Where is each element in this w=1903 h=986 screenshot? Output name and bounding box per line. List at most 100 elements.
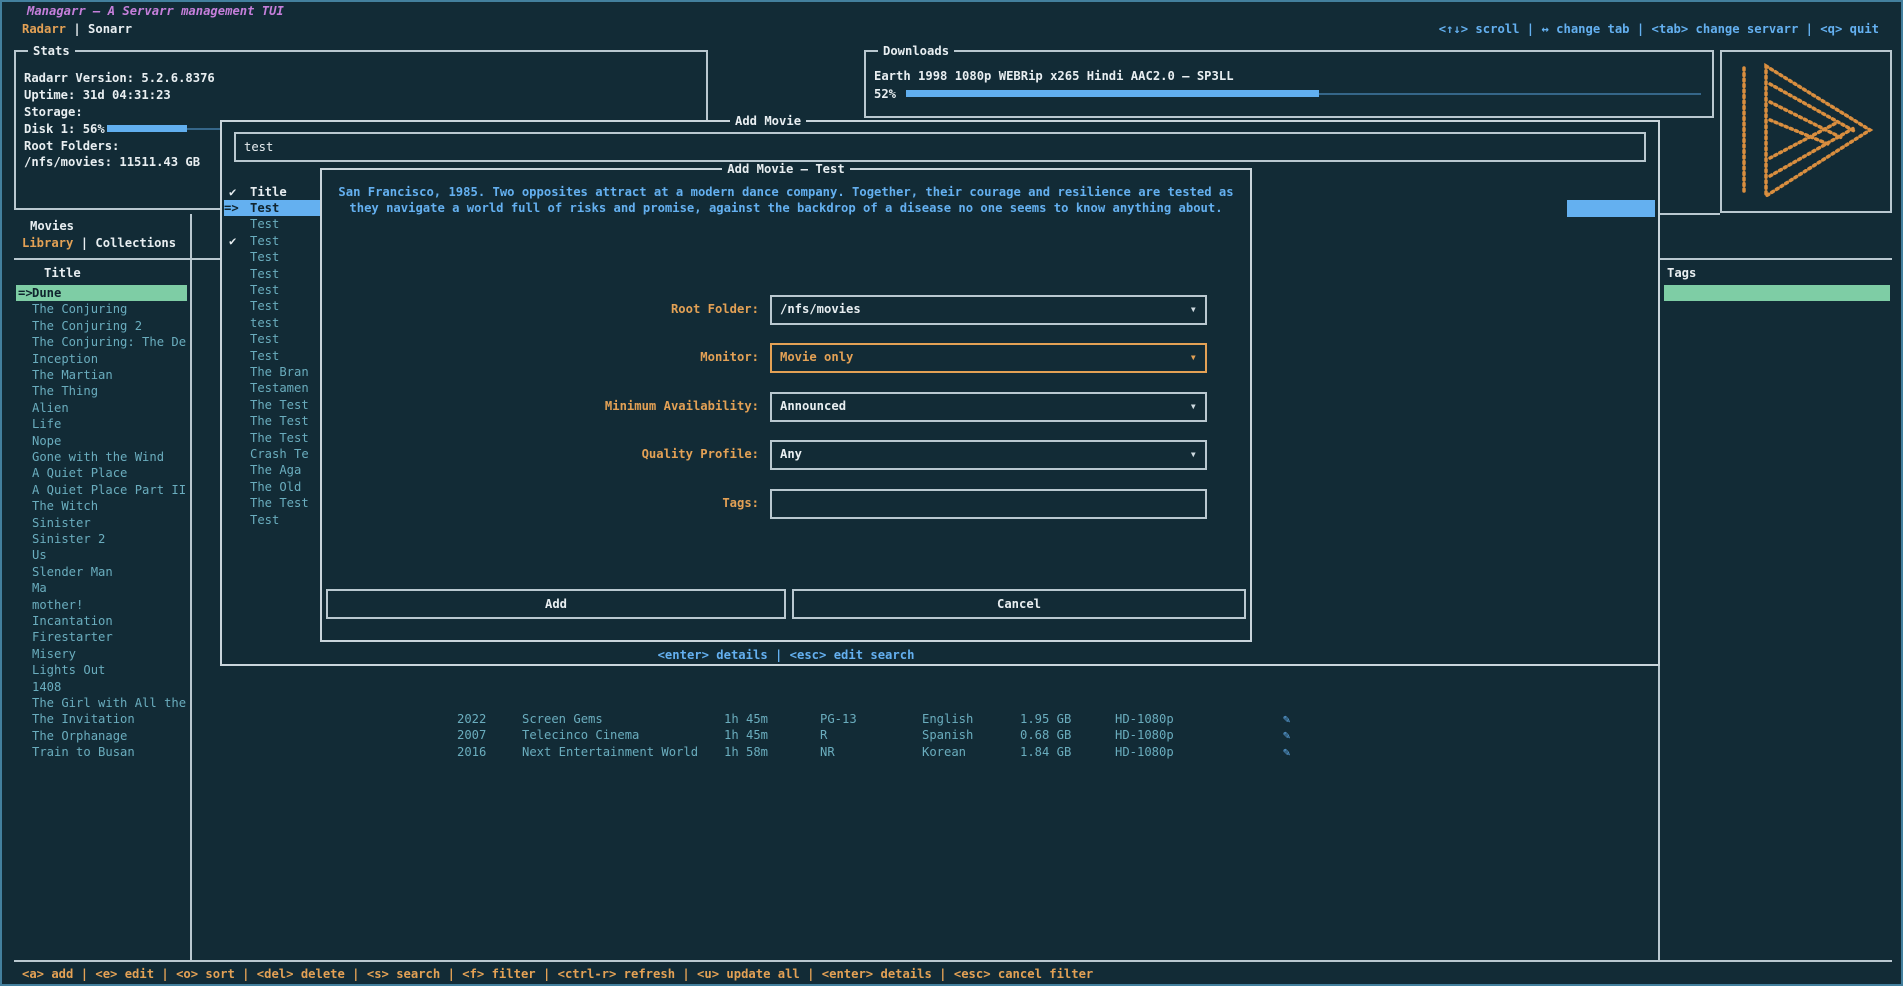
stats-rootfolder-value: /nfs/movies: 11511.43 GB xyxy=(24,154,200,170)
search-result-item[interactable]: Test xyxy=(224,282,320,298)
movie-title: 1408 xyxy=(32,679,61,695)
movie-list-item[interactable]: Firestarter xyxy=(16,629,187,645)
tab-radarr[interactable]: Radarr xyxy=(22,22,66,36)
movie-list-item[interactable]: Misery xyxy=(16,646,187,662)
minimum-availability-select[interactable]: Announced▾ xyxy=(770,392,1207,422)
search-result-item[interactable]: The Test xyxy=(224,397,320,413)
field-value: /nfs/movies xyxy=(780,301,861,317)
movie-list-item[interactable]: Sinister xyxy=(16,515,187,531)
movie-list-item[interactable]: Incantation xyxy=(16,613,187,629)
movie-title: The Conjuring: The De xyxy=(32,334,186,350)
result-title: Test xyxy=(250,512,279,528)
result-title: Test xyxy=(250,200,279,216)
movie-list-item[interactable]: Nope xyxy=(16,433,187,449)
movie-list-item[interactable]: Life xyxy=(16,416,187,432)
download-percent-label: 52% xyxy=(874,86,896,102)
cell-runtime: 1h 45m xyxy=(724,727,768,743)
movie-list-item[interactable]: The Conjuring: The De xyxy=(16,334,187,350)
search-result-item[interactable]: Test xyxy=(224,331,320,347)
movie-list-item[interactable]: Sinister 2 xyxy=(16,531,187,547)
tags-cell-selected-row xyxy=(1664,285,1890,301)
monitor-select[interactable]: Movie only▾ xyxy=(770,343,1207,373)
movie-title: The Conjuring 2 xyxy=(32,318,142,334)
movies-section-title: Movies xyxy=(30,218,74,234)
table-row[interactable]: 2016Next Entertainment World1h 58mNRKore… xyxy=(2,744,1903,760)
search-result-item[interactable]: Test xyxy=(224,512,320,528)
search-result-item[interactable]: The Old xyxy=(224,479,320,495)
search-result-item[interactable]: Test xyxy=(224,249,320,265)
tags-select[interactable] xyxy=(770,489,1207,519)
download-item-title: Earth 1998 1080p WEBRip x265 Hindi AAC2.… xyxy=(874,68,1234,84)
cell-rating: R xyxy=(820,727,827,743)
tab-sonarr[interactable]: Sonarr xyxy=(88,22,132,36)
quality-profile-select[interactable]: Any▾ xyxy=(770,440,1207,470)
movie-list-item[interactable]: Inception xyxy=(16,351,187,367)
movie-list-item[interactable]: Alien xyxy=(16,400,187,416)
search-result-item[interactable]: The Aga xyxy=(224,462,320,478)
tab-collections[interactable]: Collections xyxy=(95,236,176,250)
check-column-header: ✔ xyxy=(229,184,236,200)
search-result-item[interactable]: ✔Test xyxy=(224,233,320,249)
search-result-item[interactable]: Test xyxy=(224,216,320,232)
movie-title: Sinister xyxy=(32,515,91,531)
search-result-item[interactable]: Test xyxy=(224,298,320,314)
search-result-item[interactable]: Test xyxy=(224,266,320,282)
cancel-button[interactable]: Cancel xyxy=(792,589,1246,619)
movie-list-item[interactable]: The Conjuring xyxy=(16,301,187,317)
bottom-help-divider xyxy=(14,960,1892,962)
movie-title: Ma xyxy=(32,580,47,596)
root-folder-select[interactable]: /nfs/movies▾ xyxy=(770,295,1207,325)
search-result-item[interactable]: => Test xyxy=(224,200,320,216)
search-popup-help: <enter> details | <esc> edit search xyxy=(320,647,1252,663)
search-result-item[interactable]: Crash Te xyxy=(224,446,320,462)
result-title: Test xyxy=(250,216,279,232)
search-result-item[interactable]: Testamen xyxy=(224,380,320,396)
search-result-item[interactable]: The Test xyxy=(224,413,320,429)
movie-list-item[interactable]: The Girl with All the xyxy=(16,695,187,711)
movie-list-item[interactable]: The Witch xyxy=(16,498,187,514)
stats-uptime: Uptime: 31d 04:31:23 xyxy=(24,87,171,103)
search-result-item[interactable]: The Test xyxy=(224,495,320,511)
chevron-down-icon: ▾ xyxy=(1190,446,1197,462)
movie-list-item[interactable]: The Martian xyxy=(16,367,187,383)
form-row: Tags: xyxy=(322,489,1250,519)
tab-separator: | xyxy=(73,236,95,250)
search-result-item[interactable]: The Test xyxy=(224,430,320,446)
search-result-item[interactable]: test xyxy=(224,315,320,331)
add-button[interactable]: Add xyxy=(326,589,786,619)
movie-list-item[interactable]: Slender Man xyxy=(16,564,187,580)
chevron-down-icon: ▾ xyxy=(1190,398,1197,414)
search-results-list: =>TestTest✔TestTestTestTestTesttestTestT… xyxy=(224,200,320,532)
cell-year: 2016 xyxy=(457,744,486,760)
movie-list-item[interactable]: mother! xyxy=(16,597,187,613)
movie-list-item[interactable]: Gone with the Wind xyxy=(16,449,187,465)
movie-title: Sinister 2 xyxy=(32,531,105,547)
selection-marker: => xyxy=(224,200,239,216)
result-title: Test xyxy=(250,266,279,282)
stats-rootfolders-label: Root Folders: xyxy=(24,138,119,154)
search-result-item[interactable]: The Bran xyxy=(224,364,320,380)
movie-search-input[interactable] xyxy=(234,132,1646,162)
movie-list-item[interactable]: =>Dune xyxy=(16,285,187,301)
table-row[interactable]: 2022Screen Gems1h 45mPG-13English1.95 GB… xyxy=(2,711,1903,727)
movie-list-item[interactable]: The Thing xyxy=(16,383,187,399)
movie-list-item[interactable]: 1408 xyxy=(16,679,187,695)
movie-list-item[interactable]: A Quiet Place Part II xyxy=(16,482,187,498)
result-title: Test xyxy=(250,298,279,314)
movie-list-item[interactable]: Lights Out xyxy=(16,662,187,678)
cell-quality: HD-1080p xyxy=(1115,711,1174,727)
selected-result-highlight-overflow xyxy=(1567,200,1655,217)
movie-title: The Conjuring xyxy=(32,301,127,317)
search-result-item[interactable]: Test xyxy=(224,348,320,364)
table-row[interactable]: 2007Telecinco Cinema1h 45mRSpanish0.68 G… xyxy=(2,727,1903,743)
selection-marker: => xyxy=(18,285,33,301)
movie-title: Incantation xyxy=(32,613,113,629)
movie-title: Nope xyxy=(32,433,61,449)
movie-list-item[interactable]: Us xyxy=(16,547,187,563)
movie-list-item[interactable]: Ma xyxy=(16,580,187,596)
movie-list-item[interactable]: The Conjuring 2 xyxy=(16,318,187,334)
movie-title: Life xyxy=(32,416,61,432)
movie-list-item[interactable]: A Quiet Place xyxy=(16,465,187,481)
chevron-down-icon: ▾ xyxy=(1190,349,1197,365)
tab-library[interactable]: Library xyxy=(22,236,73,250)
